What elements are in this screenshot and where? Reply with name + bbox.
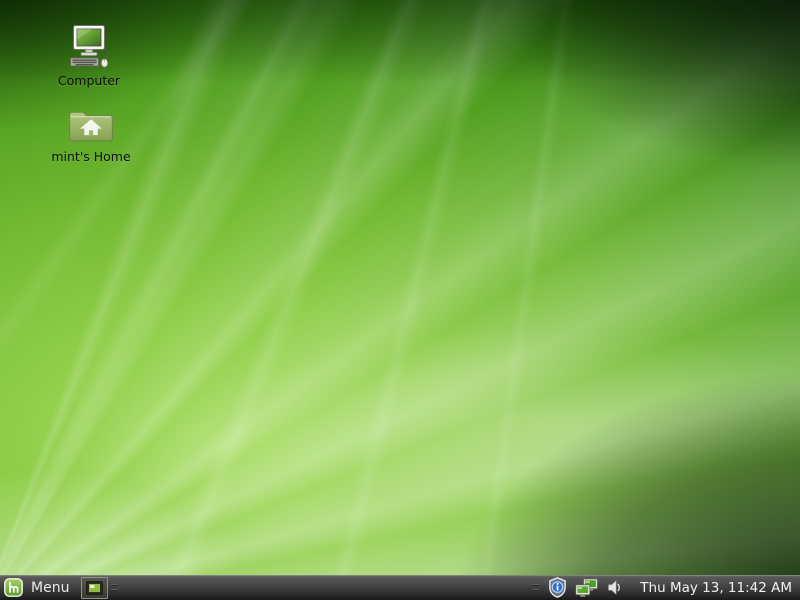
desktop-icon-label: Computer [58,74,120,88]
desktop-icon-label: mint's Home [51,150,130,164]
show-desktop-button[interactable] [81,577,108,599]
taskbar: Menu [0,575,800,600]
wallpaper [0,0,800,600]
menu-label: Menu [31,580,69,596]
network-computers-icon[interactable] [575,578,599,598]
volume-speaker-icon[interactable] [607,579,624,596]
desktop-screen: Computer mint's Home [0,0,800,600]
desktop-icon-computer[interactable]: Computer [41,24,137,88]
desktop-icon-mints-home[interactable]: mint's Home [43,106,139,164]
computer-monitor-icon [66,24,112,70]
menu-button[interactable]: Menu [0,575,75,600]
panel-grip-handle[interactable] [111,582,118,594]
linux-mint-logo-icon [4,578,23,597]
show-desktop-icon [86,581,103,595]
clock[interactable]: Thu May 13, 11:42 AM [630,580,800,596]
system-tray [542,577,630,598]
update-manager-shield-icon[interactable] [548,577,567,598]
tray-grip-handle[interactable] [532,582,539,594]
home-folder-icon [67,106,115,146]
